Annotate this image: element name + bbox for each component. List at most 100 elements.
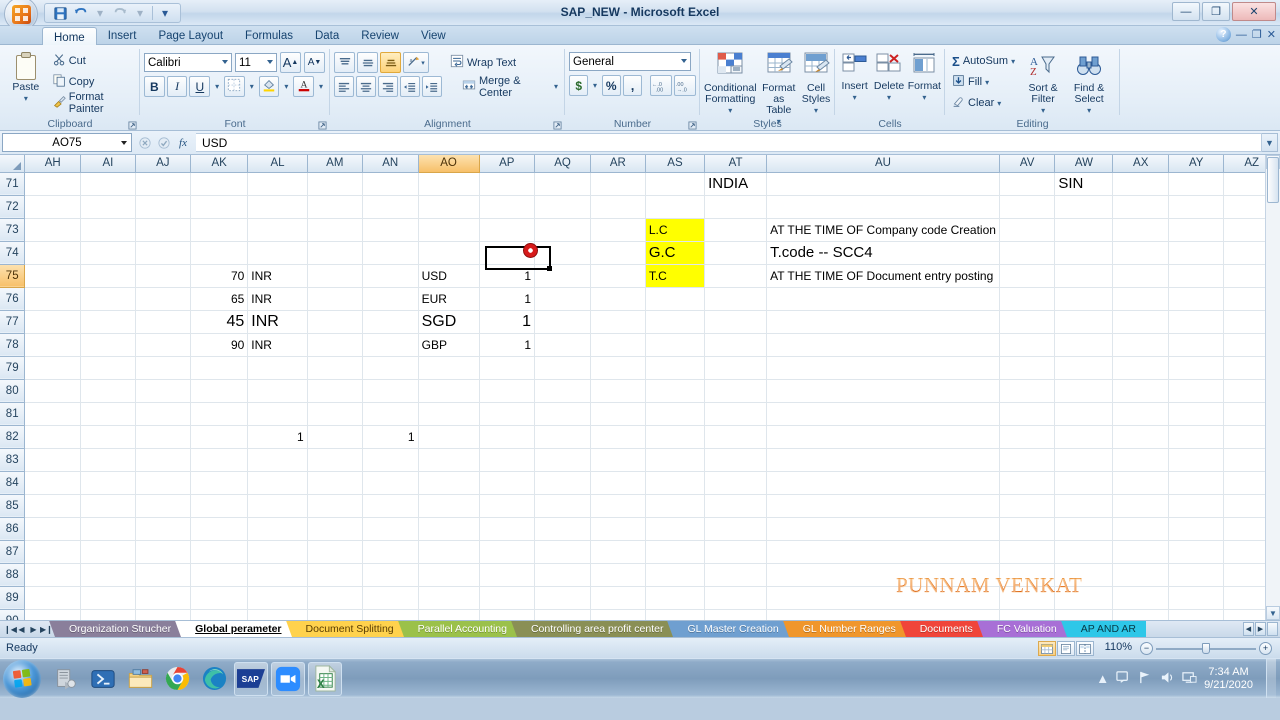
cell-AP81[interactable] (479, 402, 536, 426)
volume-icon[interactable] (1160, 670, 1175, 688)
cell-AR75[interactable] (590, 264, 646, 288)
cell-AN77[interactable] (362, 310, 419, 334)
fill-color-icon[interactable] (262, 78, 276, 95)
cell-AS85[interactable] (645, 494, 706, 518)
column-header-AL[interactable]: AL (247, 155, 308, 173)
decrease-decimal-button[interactable]: .00 →.0 (673, 75, 696, 96)
cell-AX76[interactable] (1112, 287, 1170, 311)
cell-AU87[interactable] (766, 540, 1000, 564)
cell-AW77[interactable] (1054, 310, 1114, 334)
cell-AR82[interactable] (590, 425, 646, 449)
enter-formula-icon[interactable] (155, 134, 173, 152)
cell-AP77[interactable]: 1 (479, 310, 536, 334)
cell-AI77[interactable] (80, 310, 136, 334)
cell-AL89[interactable] (247, 586, 308, 610)
tab-review[interactable]: Review (350, 26, 410, 45)
orientation-icon[interactable]: a (407, 55, 421, 71)
cell-AK77[interactable]: 45 (190, 310, 249, 334)
cell-AW72[interactable] (1054, 195, 1114, 219)
chevron-down-icon-fill2[interactable]: ▾ (985, 78, 989, 87)
cell-AX78[interactable] (1112, 333, 1170, 357)
number-format-combo[interactable]: General (569, 52, 691, 71)
zoom-level[interactable]: 110% (1105, 641, 1132, 653)
cell-AO81[interactable] (418, 402, 480, 426)
currency-button[interactable]: $ (569, 75, 589, 96)
cell-AQ75[interactable] (534, 264, 591, 288)
row-header-89[interactable]: 89 (0, 586, 26, 610)
fill-button[interactable]: Fill ▾ (949, 72, 1018, 92)
cell-AM87[interactable] (307, 540, 363, 564)
cell-AQ85[interactable] (534, 494, 591, 518)
cell-AT80[interactable] (704, 379, 768, 403)
cell-AP80[interactable] (479, 379, 536, 403)
cell-AV87[interactable] (999, 540, 1056, 564)
cell-AR80[interactable] (590, 379, 646, 403)
cell-AT84[interactable] (704, 471, 768, 495)
merge-center-button[interactable]: Merge & Center ▾ (459, 75, 561, 99)
taskbar-google-chrome[interactable] (160, 662, 194, 696)
cell-AO80[interactable] (418, 379, 480, 403)
cell-AI80[interactable] (80, 379, 136, 403)
cell-AU81[interactable] (766, 402, 1000, 426)
cell-AU82[interactable] (766, 425, 1000, 449)
cell-AH86[interactable] (24, 517, 82, 541)
prev-sheet-button[interactable]: ◀ (16, 625, 27, 634)
cell-AT86[interactable] (704, 517, 768, 541)
autosum-button[interactable]: Σ AutoSum ▾ (949, 51, 1018, 71)
font-color-icon[interactable]: A (297, 78, 311, 95)
cell-AY73[interactable] (1168, 218, 1225, 242)
cell-AR89[interactable] (590, 586, 646, 610)
cell-AT77[interactable] (704, 310, 768, 334)
align-right-button[interactable] (377, 76, 398, 97)
font-name-combo[interactable]: Calibri (144, 53, 232, 72)
cell-AX71[interactable] (1112, 172, 1170, 196)
cell-AQ79[interactable] (534, 356, 591, 380)
cell-AH77[interactable] (24, 310, 82, 334)
column-header-AW[interactable]: AW (1054, 155, 1114, 173)
cell-AL71[interactable] (247, 172, 308, 196)
cell-AX79[interactable] (1112, 356, 1170, 380)
cell-AV72[interactable] (999, 195, 1056, 219)
cell-AK82[interactable] (190, 425, 249, 449)
close-button[interactable]: ✕ (1232, 2, 1276, 21)
cell-AO89[interactable] (418, 586, 480, 610)
cell-AL84[interactable] (247, 471, 308, 495)
increase-font-size-button[interactable]: A ▲ (280, 52, 301, 73)
cell-AP86[interactable] (479, 517, 536, 541)
cell-AM76[interactable] (307, 287, 363, 311)
cell-AL86[interactable] (247, 517, 308, 541)
cell-AI88[interactable] (80, 563, 136, 587)
cell-AS74[interactable]: G.C (645, 241, 706, 265)
cell-AM77[interactable] (307, 310, 363, 334)
row-header-85[interactable]: 85 (0, 494, 26, 518)
cell-AS80[interactable] (645, 379, 706, 403)
cell-AK88[interactable] (190, 563, 249, 587)
tab-page-layout[interactable]: Page Layout (147, 26, 234, 45)
cell-AJ85[interactable] (135, 494, 191, 518)
cell-AQ86[interactable] (534, 517, 591, 541)
cell-AL73[interactable] (247, 218, 308, 242)
cell-AP83[interactable] (479, 448, 536, 472)
cell-AR87[interactable] (590, 540, 646, 564)
cell-AM79[interactable] (307, 356, 363, 380)
cell-AT88[interactable] (704, 563, 768, 587)
cell-AY81[interactable] (1168, 402, 1225, 426)
page-layout-view-button[interactable] (1057, 641, 1075, 656)
cell-AH82[interactable] (24, 425, 82, 449)
cell-AP89[interactable] (479, 586, 536, 610)
cell-AJ77[interactable] (135, 310, 191, 334)
cell-AH79[interactable] (24, 356, 82, 380)
cell-AX86[interactable] (1112, 517, 1170, 541)
cell-AV83[interactable] (999, 448, 1056, 472)
taskbar-zoom[interactable] (271, 661, 305, 696)
cell-AS88[interactable] (645, 563, 706, 587)
show-hidden-icons-button[interactable]: ▲ (1096, 671, 1109, 686)
cell-AV71[interactable] (999, 172, 1056, 196)
cell-AP78[interactable]: 1 (479, 333, 536, 357)
row-header-75[interactable]: 75 (0, 264, 26, 288)
cell-AM75[interactable] (307, 264, 363, 288)
row-header-83[interactable]: 83 (0, 448, 26, 472)
chevron-down-icon-clear[interactable]: ▾ (997, 99, 1001, 108)
percent-button[interactable]: % (601, 75, 621, 96)
italic-button[interactable]: I (166, 76, 188, 97)
